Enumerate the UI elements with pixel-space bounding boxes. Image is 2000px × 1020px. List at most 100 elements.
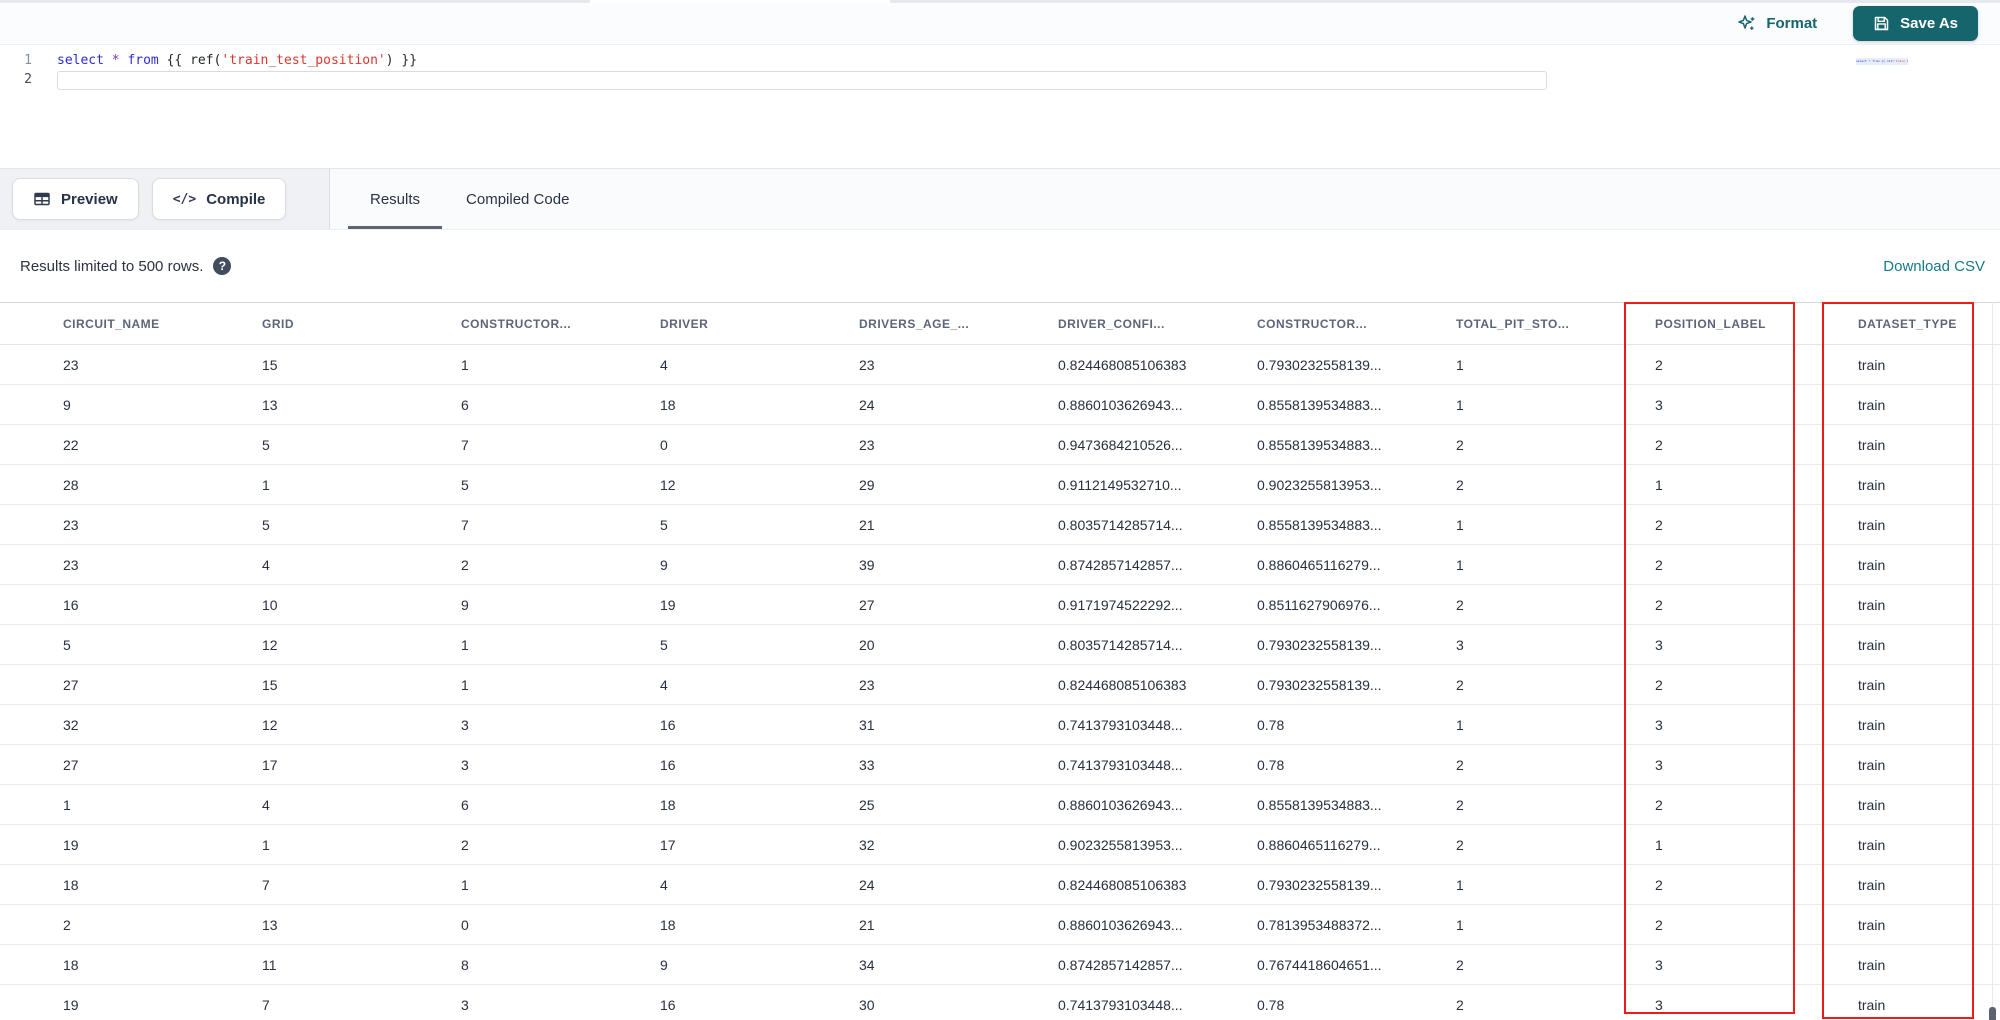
table-cell: 5 — [660, 516, 668, 533]
table-cell: train — [1858, 596, 1886, 613]
table-cell: 7 — [461, 516, 469, 533]
code-editor[interactable]: 1 2 select * from {{ ref('train_test_pos… — [0, 45, 2000, 168]
table-cell: 5 — [63, 636, 71, 653]
table-cell: 22 — [63, 436, 79, 453]
table-cell: 2 — [1456, 756, 1464, 773]
table-cell: 2 — [1456, 956, 1464, 973]
table-cell: 5 — [262, 436, 270, 453]
table-cell: 0.824468085106383 — [1058, 356, 1187, 373]
table-cell: 29 — [859, 476, 875, 493]
table-cell: 1 — [63, 796, 71, 813]
tab-compiled-code-label: Compiled Code — [466, 190, 570, 208]
table-cell: 1 — [461, 876, 469, 893]
save-as-button[interactable]: Save As — [1853, 6, 1978, 41]
save-as-label: Save As — [1900, 15, 1958, 32]
column-header: DRIVER_CONFI... — [1058, 316, 1165, 331]
sql-keyword: select — [57, 53, 104, 68]
table-row: 19 7 3 16 30 0.7413793103448... 0.78 2 3 train — [0, 985, 2000, 1020]
table-row: 5 12 1 5 20 0.8035714285714... 0.7930232558139… — [0, 625, 2000, 665]
row-limit-text: Results limited to 500 rows. — [20, 257, 204, 275]
code-minimap: select * from {{ ref('train_test_positio… — [1856, 58, 1908, 65]
table-cell: 7 — [461, 436, 469, 453]
table-cell: 9 — [461, 596, 469, 613]
code-area[interactable]: select * from {{ ref('train_test_positio… — [40, 45, 2000, 168]
table-row: 9 13 6 18 24 0.8860103626943... 0.855813953488… — [0, 385, 2000, 425]
table-cell: 0.8860103626943... — [1058, 916, 1183, 933]
table-cell: 19 — [660, 596, 676, 613]
table-cell: 7 — [262, 876, 270, 893]
tab-results[interactable]: Results — [348, 169, 443, 229]
table-cell: 6 — [461, 796, 469, 813]
tab-compiled-code[interactable]: Compiled Code — [444, 169, 591, 229]
table-cell: 25 — [859, 796, 875, 813]
table-row: 1 4 6 18 25 0.8860103626943... 0.8558139534883… — [0, 785, 2000, 825]
table-cell: 3 — [1655, 716, 1663, 733]
column-header: DRIVER — [660, 316, 709, 331]
table-cell: 3 — [461, 716, 469, 733]
preview-button[interactable]: Preview — [12, 178, 139, 220]
table-cell: 27 — [63, 676, 79, 693]
table-cell: 19 — [63, 996, 79, 1013]
line-number-2: 2 — [24, 72, 32, 87]
table-cell: 0.8860465116279... — [1257, 556, 1381, 573]
code-line-1[interactable]: select * from {{ ref('train_test_positio… — [57, 51, 2000, 70]
table-cell: 18 — [63, 956, 79, 973]
table-cell: train — [1858, 796, 1886, 813]
code-line-2-selection[interactable] — [57, 71, 1547, 90]
scrollbar-thumb[interactable] — [1989, 1007, 1996, 1020]
table-cell: 23 — [63, 516, 79, 533]
table-cell: 3 — [1655, 996, 1663, 1013]
table-cell: 1 — [1456, 916, 1464, 933]
table-cell: 3 — [1655, 636, 1663, 653]
table-cell: 15 — [262, 676, 278, 693]
active-file-tab[interactable] — [590, 0, 890, 3]
table-cell: 2 — [1456, 476, 1464, 493]
table-cell: 2 — [1456, 676, 1464, 693]
table-cell: 0.7930232558139... — [1257, 876, 1382, 893]
table-cell: 5 — [660, 636, 668, 653]
table-cell: 0.8558139534883... — [1257, 396, 1382, 413]
table-cell: 2 — [461, 836, 469, 853]
table-cell: 2 — [1655, 796, 1663, 813]
table-cell: 0.8558139534883... — [1257, 436, 1382, 453]
table-cell: 24 — [859, 396, 875, 413]
table-cell: train — [1858, 556, 1886, 573]
table-cell: 16 — [660, 756, 676, 773]
table-cell: 2 — [1456, 996, 1464, 1013]
table-cell: 4 — [660, 676, 668, 693]
compile-button[interactable]: </> Compile — [151, 178, 287, 220]
help-icon[interactable]: ? — [213, 257, 232, 275]
table-cell: 9 — [63, 396, 71, 413]
table-cell: train — [1858, 836, 1886, 853]
download-csv-link[interactable]: Download CSV — [1883, 258, 1985, 275]
results-tabs: Results Compiled Code — [330, 169, 2000, 229]
table-cell: 23 — [859, 676, 875, 693]
column-header: CIRCUIT_NAME — [63, 316, 160, 331]
table-body: 23 15 1 4 23 0.824468085106383 0.7930232558139… — [0, 345, 2000, 1020]
table-cell: 2 — [1456, 836, 1464, 853]
table-cell: 6 — [461, 396, 469, 413]
table-cell: 1 — [1456, 516, 1464, 533]
table-cell: 3 — [1655, 396, 1663, 413]
table-cell: 2 — [1655, 516, 1663, 533]
table-cell: 17 — [262, 756, 278, 773]
table-cell: 18 — [660, 796, 676, 813]
table-cell: 0 — [461, 916, 469, 933]
table-cell: 16 — [660, 996, 676, 1013]
table-cell: 0 — [660, 436, 668, 453]
table-cell: 10 — [262, 596, 278, 613]
table-cell: 0.8558139534883... — [1257, 516, 1382, 533]
format-label: Format — [1766, 15, 1818, 32]
table-cell: 3 — [461, 756, 469, 773]
ide-screen: Format Save As 1 2 select * from {{ ref(… — [0, 0, 2000, 1020]
table-cell: 0.8860465116279... — [1257, 836, 1381, 853]
format-button[interactable]: Format — [1737, 14, 1817, 34]
table-cell: train — [1858, 756, 1886, 773]
table-cell: 1 — [262, 836, 270, 853]
table-cell: 3 — [1456, 636, 1464, 653]
table-cell: 9 — [660, 556, 668, 573]
table-cell: train — [1858, 516, 1886, 533]
table-cell: 27 — [63, 756, 79, 773]
table-cell: 0.8860103626943... — [1058, 796, 1183, 813]
table-cell: train — [1858, 876, 1886, 893]
